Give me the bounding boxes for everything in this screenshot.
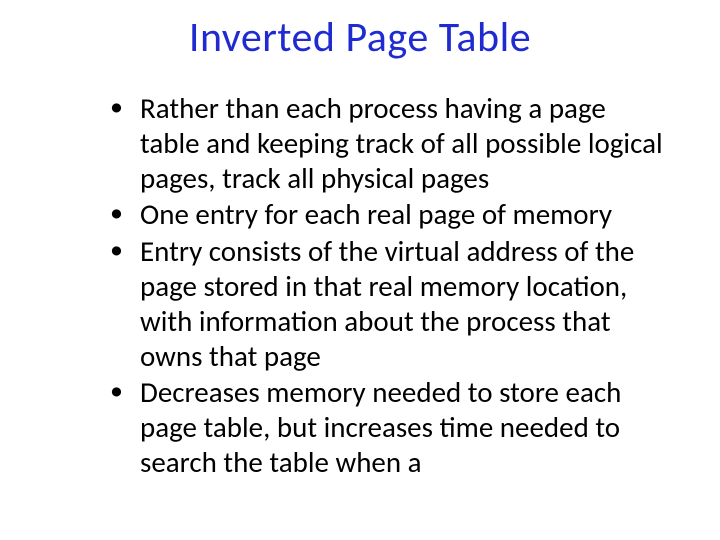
slide: Inverted Page Table Rather than each pro… — [0, 0, 720, 540]
list-item: Rather than each process having a page t… — [110, 91, 670, 195]
bullet-list: Rather than each process having a page t… — [110, 91, 670, 480]
slide-body: Rather than each process having a page t… — [50, 91, 670, 480]
list-item: One entry for each real page of memory — [110, 197, 670, 232]
list-item: Decreases memory needed to store each pa… — [110, 375, 670, 479]
list-item: Entry consists of the virtual address of… — [110, 234, 670, 373]
slide-title: Inverted Page Table — [50, 12, 670, 63]
